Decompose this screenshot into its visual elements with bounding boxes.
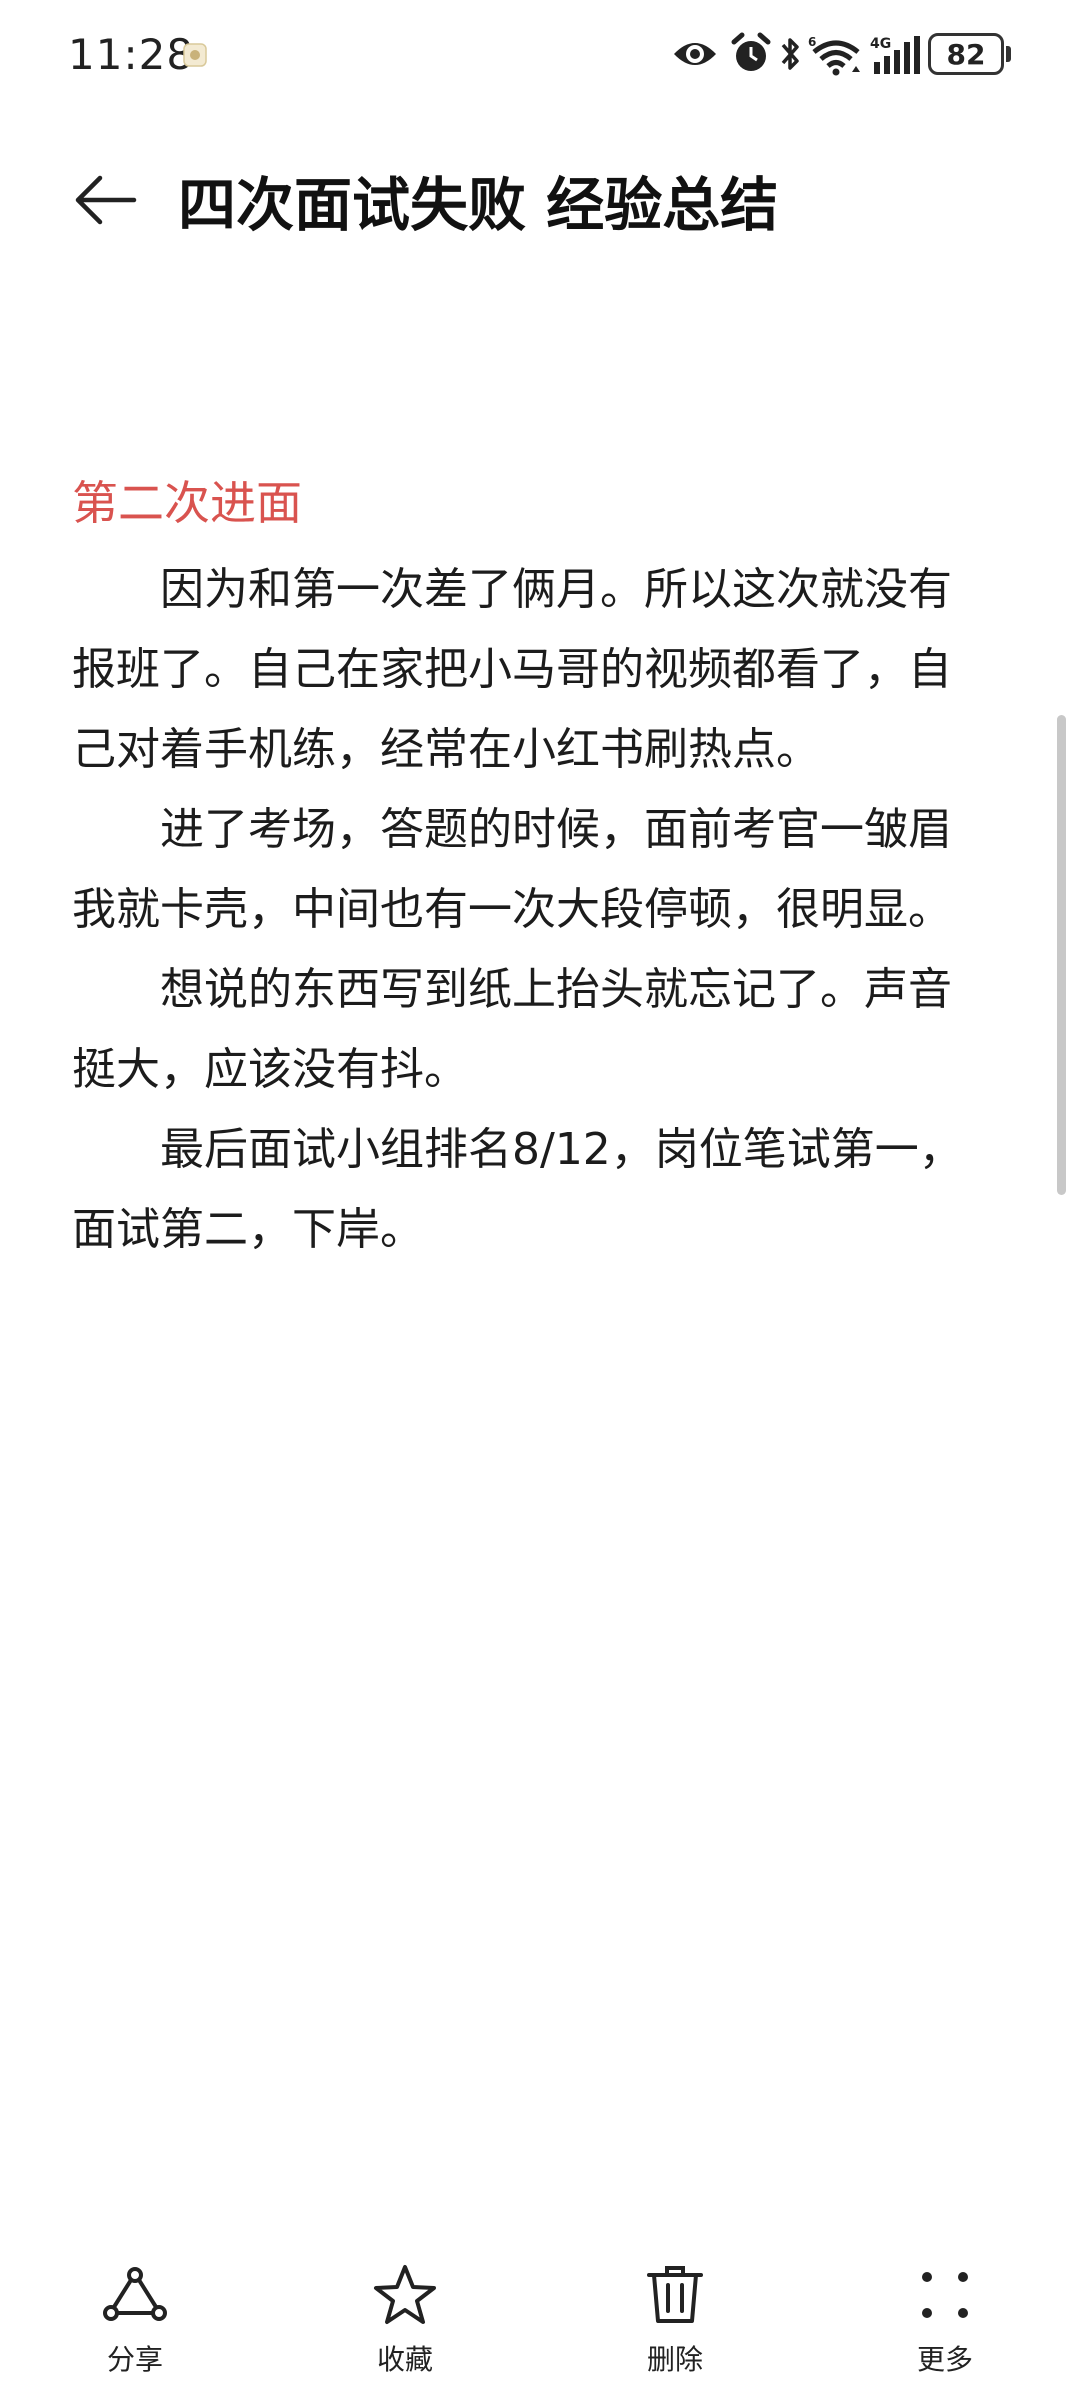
- status-bar: 11:28 6 4G 82: [0, 0, 1080, 110]
- paragraph: 想说的东西写到纸上抬头就忘记了。声音挺大，应该没有抖。: [72, 964, 952, 1095]
- status-time: 11:28: [68, 30, 195, 79]
- svg-text:6: 6: [808, 35, 816, 49]
- wifi-icon: 6: [808, 34, 864, 80]
- eye-icon: [672, 36, 718, 82]
- scrollbar[interactable]: [1057, 715, 1066, 1195]
- note-app: 11:28 6 4G 82 四次面试失败 经验总结 第二次进面 因为和第一次差了…: [0, 0, 1080, 2403]
- trash-icon: [640, 2260, 710, 2330]
- battery-icon: 82: [928, 33, 1004, 75]
- notification-icon: [180, 40, 210, 70]
- paragraph: 最后面试小组排名8/12，岗位笔试第一，面试第二，下岸。: [72, 1124, 963, 1255]
- more-label: 更多: [916, 2343, 973, 2376]
- more-button[interactable]: 更多: [865, 2250, 1025, 2390]
- bluetooth-icon: [778, 34, 802, 80]
- more-icon: [910, 2260, 980, 2330]
- section-heading: 第二次进面: [72, 476, 302, 530]
- battery-tip: [1006, 46, 1011, 62]
- share-label: 分享: [106, 2343, 163, 2376]
- share-button[interactable]: 分享: [55, 2250, 215, 2390]
- share-icon: [100, 2260, 170, 2330]
- favorite-button[interactable]: 收藏: [325, 2250, 485, 2390]
- delete-label: 删除: [646, 2343, 703, 2376]
- star-icon: [370, 2260, 440, 2330]
- battery-level: 82: [946, 37, 986, 71]
- header: 四次面试失败 经验总结: [0, 130, 1080, 260]
- signal-icon: 4G: [870, 34, 922, 80]
- svg-text:4G: 4G: [870, 36, 891, 52]
- page-title: 四次面试失败 经验总结: [178, 171, 779, 239]
- back-arrow-icon: [75, 175, 137, 225]
- paragraph: 进了考场，答题的时候，面前考官一皱眉我就卡壳，中间也有一次大段停顿，很明显。: [72, 804, 952, 935]
- back-button[interactable]: [60, 160, 150, 240]
- bottom-toolbar: 分享 收藏 删除 更多: [0, 2250, 1080, 2403]
- paragraph: 因为和第一次差了俩月。所以这次就没有报班了。自己在家把小马哥的视频都看了，自己对…: [72, 564, 952, 775]
- note-content[interactable]: 第二次进面 因为和第一次差了俩月。所以这次就没有报班了。自己在家把小马哥的视频都…: [72, 470, 982, 1270]
- delete-button[interactable]: 删除: [595, 2250, 755, 2390]
- favorite-label: 收藏: [376, 2343, 433, 2376]
- alarm-icon: [730, 32, 772, 78]
